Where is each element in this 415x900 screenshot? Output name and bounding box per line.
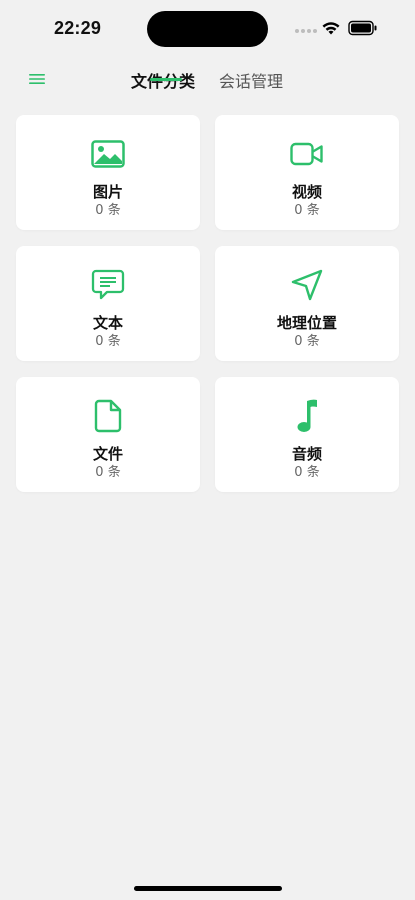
menu-button[interactable]: [22, 66, 52, 92]
active-tab-indicator: [150, 78, 182, 81]
battery-icon: [348, 20, 377, 36]
file-icon: [94, 399, 122, 433]
card-title: 文本: [92, 314, 123, 332]
category-grid: 图片 0 条 视频 0 条 文本 0 条 地理位置 0 条 文件 0 条 音频 …: [16, 115, 399, 492]
category-card-file[interactable]: 文件 0 条: [16, 377, 200, 492]
category-card-image[interactable]: 图片 0 条: [16, 115, 200, 230]
card-title: 音频: [291, 445, 322, 463]
home-indicator: [134, 886, 282, 891]
wifi-icon: [322, 22, 340, 35]
card-count: 0 条: [294, 203, 320, 218]
card-count: 0 条: [294, 334, 320, 349]
category-card-audio[interactable]: 音频 0 条: [215, 377, 399, 492]
status-time: 22:29: [54, 18, 102, 38]
video-icon: [290, 142, 323, 166]
image-icon: [91, 140, 125, 168]
category-card-location[interactable]: 地理位置 0 条: [215, 246, 399, 361]
card-count: 0 条: [294, 465, 320, 480]
tab-session-management[interactable]: 会话管理: [219, 68, 283, 92]
signal-icon: [295, 29, 317, 33]
card-title: 图片: [92, 183, 123, 201]
card-title: 文件: [92, 445, 123, 463]
card-count: 0 条: [95, 334, 121, 349]
dynamic-island: [147, 11, 268, 47]
status-bar: 22:29: [0, 0, 415, 56]
card-count: 0 条: [95, 465, 121, 480]
card-title: 视频: [291, 183, 322, 201]
message-icon: [91, 269, 125, 300]
card-count: 0 条: [95, 203, 121, 218]
top-nav: 文件分类 会话管理: [0, 58, 415, 102]
hamburger-icon: [29, 74, 45, 84]
location-icon: [291, 269, 323, 301]
card-title: 地理位置: [276, 314, 337, 332]
music-icon: [297, 399, 317, 432]
category-card-text[interactable]: 文本 0 条: [16, 246, 200, 361]
category-card-video[interactable]: 视频 0 条: [215, 115, 399, 230]
